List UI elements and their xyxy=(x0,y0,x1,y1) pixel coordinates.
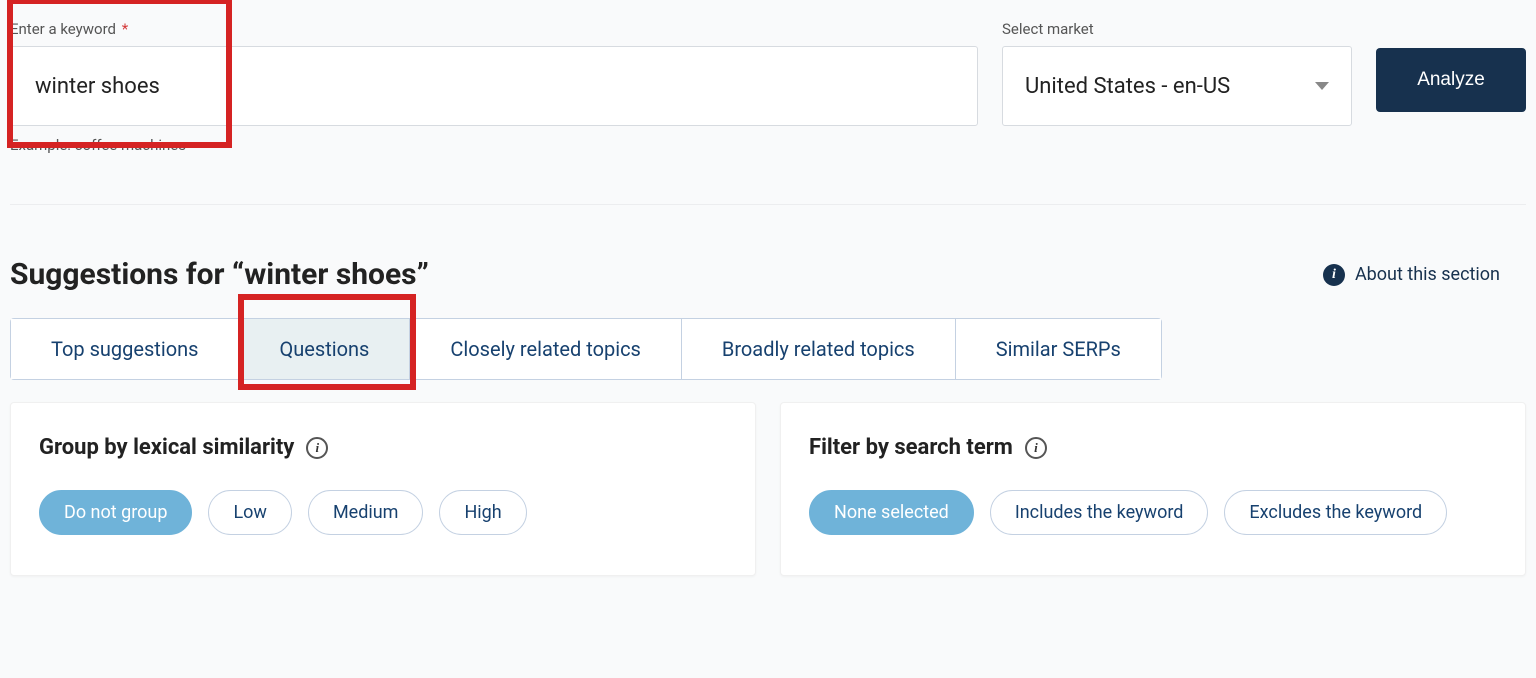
filter-chip-row: None selected Includes the keyword Exclu… xyxy=(809,490,1497,535)
keyword-field-wrap: Enter a keyword * Example: coffee machin… xyxy=(10,20,978,154)
group-card-title-row: Group by lexical similarity i xyxy=(39,435,727,460)
chip-medium[interactable]: Medium xyxy=(308,490,424,535)
market-selected-value: United States - en-US xyxy=(1025,74,1230,99)
chip-low[interactable]: Low xyxy=(208,490,292,535)
tabs: Top suggestions Questions Closely relate… xyxy=(10,318,1162,380)
analyze-wrap: Analyze xyxy=(1376,20,1526,112)
section-header: Suggestions for “winter shoes” i About t… xyxy=(10,257,1526,292)
tabs-container: Top suggestions Questions Closely relate… xyxy=(10,318,1526,380)
about-section-label: About this section xyxy=(1355,264,1500,285)
chip-includes-keyword[interactable]: Includes the keyword xyxy=(990,490,1209,535)
filter-cards-row: Group by lexical similarity i Do not gro… xyxy=(10,402,1526,576)
tab-similar-serps[interactable]: Similar SERPs xyxy=(956,319,1161,379)
tab-questions[interactable]: Questions xyxy=(239,319,410,379)
chip-excludes-keyword[interactable]: Excludes the keyword xyxy=(1224,490,1447,535)
group-card: Group by lexical similarity i Do not gro… xyxy=(10,402,756,576)
keyword-label-text: Enter a keyword xyxy=(10,20,116,38)
chip-do-not-group[interactable]: Do not group xyxy=(39,490,192,535)
filter-card-title-row: Filter by search term i xyxy=(809,435,1497,460)
info-outline-icon[interactable]: i xyxy=(1025,437,1047,459)
group-chip-row: Do not group Low Medium High xyxy=(39,490,727,535)
group-card-title: Group by lexical similarity xyxy=(39,435,294,460)
info-outline-icon[interactable]: i xyxy=(306,437,328,459)
tab-top-suggestions[interactable]: Top suggestions xyxy=(11,319,239,379)
keyword-example-text: Example: coffee machines xyxy=(10,136,978,154)
chip-none-selected[interactable]: None selected xyxy=(809,490,974,535)
keyword-input[interactable] xyxy=(10,46,978,126)
info-icon: i xyxy=(1323,264,1345,286)
chip-high[interactable]: High xyxy=(439,490,526,535)
tab-broadly-related[interactable]: Broadly related topics xyxy=(682,319,956,379)
market-label: Select market xyxy=(1002,20,1352,38)
section-title: Suggestions for “winter shoes” xyxy=(10,257,429,292)
keyword-label: Enter a keyword * xyxy=(10,20,978,38)
analyze-button[interactable]: Analyze xyxy=(1376,48,1526,112)
market-field-wrap: Select market United States - en-US xyxy=(1002,20,1352,126)
filter-card-title: Filter by search term xyxy=(809,435,1013,460)
filter-card: Filter by search term i None selected In… xyxy=(780,402,1526,576)
about-section-link[interactable]: i About this section xyxy=(1323,264,1500,286)
required-asterisk: * xyxy=(122,20,128,38)
search-form: Enter a keyword * Example: coffee machin… xyxy=(10,20,1526,174)
divider xyxy=(10,204,1526,205)
tab-closely-related[interactable]: Closely related topics xyxy=(410,319,681,379)
chevron-down-icon xyxy=(1315,82,1329,90)
market-select[interactable]: United States - en-US xyxy=(1002,46,1352,126)
